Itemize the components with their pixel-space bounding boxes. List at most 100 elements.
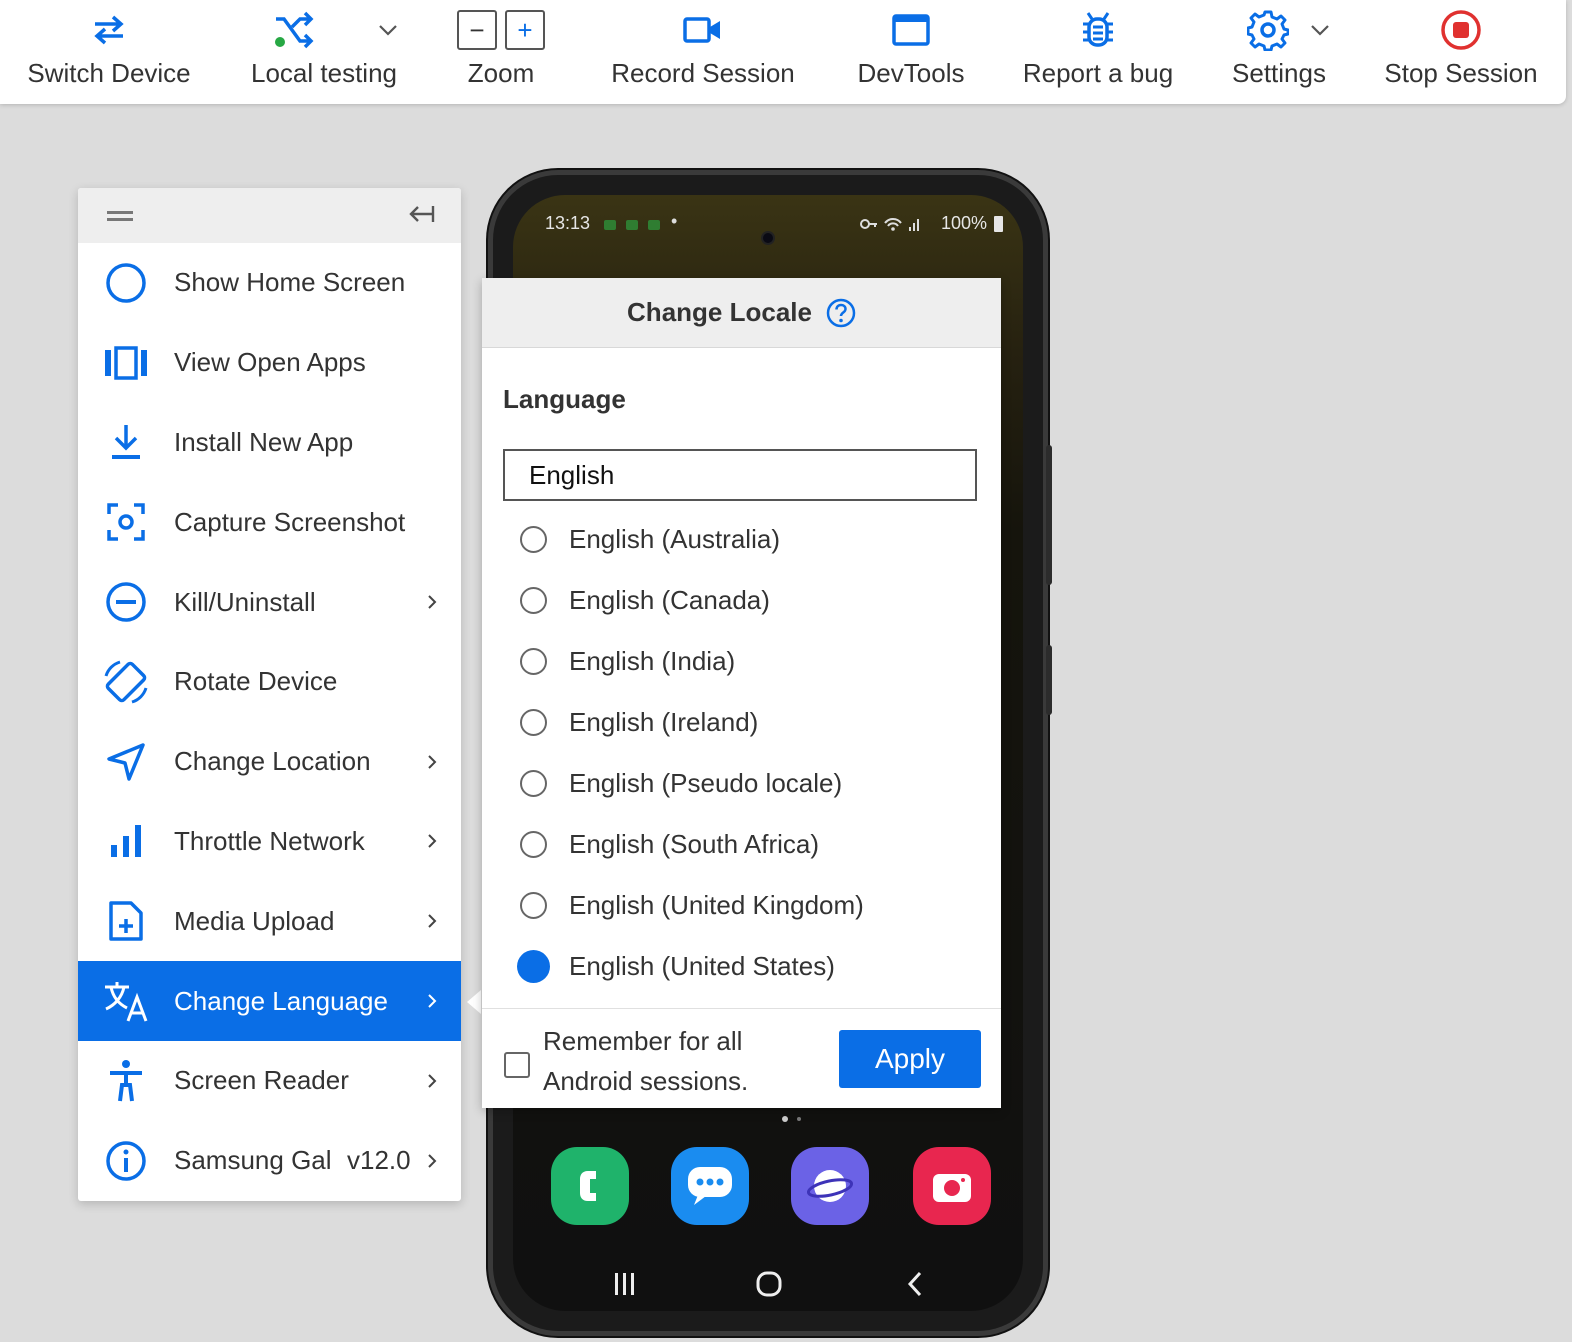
- battery-icon: [994, 216, 1003, 232]
- chevron-right-icon: [428, 994, 437, 1008]
- radio-button[interactable]: [520, 647, 547, 675]
- panel-header: [78, 188, 461, 243]
- locale-option[interactable]: English (India): [520, 636, 735, 686]
- locale-option[interactable]: English (Ireland): [520, 697, 758, 747]
- radio-button[interactable]: [520, 769, 547, 797]
- radio-button[interactable]: [520, 708, 547, 736]
- internet-browser-icon[interactable]: [791, 1147, 869, 1225]
- home-nav-icon[interactable]: [755, 1270, 783, 1298]
- dialog-footer: Remember for all Android sessions. Apply: [482, 1008, 1001, 1108]
- open-apps-icon: [105, 345, 147, 380]
- phone-app-icon[interactable]: [551, 1147, 629, 1225]
- chevron-down-icon[interactable]: [1310, 24, 1330, 36]
- top-toolbar: Switch Device Local testing − + Zoom Rec…: [0, 0, 1566, 104]
- locale-option[interactable]: English (Pseudo locale): [520, 758, 842, 808]
- record-session-label: Record Session: [611, 58, 795, 88]
- camera-app-icon[interactable]: [913, 1147, 991, 1225]
- drag-handle-icon[interactable]: [107, 209, 133, 223]
- circle-icon: [106, 263, 146, 303]
- wifi-signal-icons: [860, 218, 919, 231]
- locale-option[interactable]: English (Canada): [520, 575, 770, 625]
- menu-screen-reader[interactable]: Screen Reader: [78, 1041, 461, 1121]
- menu-capture-screenshot[interactable]: Capture Screenshot: [78, 482, 461, 562]
- settings-button[interactable]: Settings: [1226, 0, 1332, 104]
- menu-change-location[interactable]: Change Location: [78, 722, 461, 802]
- menu-rotate-device[interactable]: Rotate Device: [78, 642, 461, 722]
- dialog-title: Change Locale: [627, 297, 812, 327]
- status-bar: 13:13 • 100%: [513, 211, 1023, 245]
- menu-label: Show Home Screen: [174, 267, 406, 298]
- stop-session-label: Stop Session: [1384, 58, 1538, 88]
- battery-level: 100%: [940, 213, 987, 233]
- locale-option-label: English (Ireland): [569, 706, 759, 737]
- locale-option[interactable]: English (South Africa): [520, 819, 819, 869]
- menu-show-home-screen[interactable]: Show Home Screen: [78, 243, 461, 323]
- dialog-header: Change Locale: [482, 278, 1001, 348]
- chevron-right-icon: [428, 914, 437, 928]
- minus-circle-icon: [106, 582, 146, 622]
- language-search-input[interactable]: [503, 449, 977, 501]
- menu-view-open-apps[interactable]: View Open Apps: [78, 323, 461, 403]
- radio-button[interactable]: [520, 891, 547, 919]
- download-icon: [112, 425, 140, 460]
- radio-button[interactable]: [520, 586, 547, 614]
- switch-device-button[interactable]: Switch Device: [20, 0, 198, 104]
- locale-option[interactable]: English (United Kingdom): [520, 880, 864, 930]
- popover-pointer: [467, 990, 481, 1014]
- location-arrow-icon: [107, 742, 145, 781]
- menu-throttle-network[interactable]: Throttle Network: [78, 802, 461, 882]
- menu-label: Install New App: [174, 426, 354, 457]
- menu-label: Rotate Device: [174, 666, 338, 697]
- report-bug-button[interactable]: Report a bug: [1016, 0, 1180, 104]
- menu-media-upload[interactable]: Media Upload: [78, 881, 461, 961]
- accessibility-icon: [110, 1059, 142, 1102]
- locale-option-label: English (Pseudo locale): [569, 767, 843, 798]
- screenshot-icon: [107, 503, 145, 542]
- stop-circle-icon: [1441, 10, 1481, 50]
- locale-option[interactable]: English (Australia): [520, 514, 780, 564]
- devtools-button[interactable]: DevTools: [852, 0, 970, 104]
- menu-change-language[interactable]: Change Language: [78, 961, 461, 1041]
- zoom-in-button[interactable]: +: [505, 10, 545, 50]
- radio-button[interactable]: [520, 830, 547, 858]
- device-actions-panel: Show Home Screen View Open Apps Install …: [78, 188, 461, 1201]
- menu-label: Capture Screenshot: [174, 506, 406, 537]
- remember-label: Remember for all Android sessions.: [543, 1026, 749, 1096]
- app-dock: [551, 1147, 991, 1227]
- chevron-right-icon: [428, 1074, 437, 1088]
- chevron-right-icon: [428, 1153, 437, 1168]
- menu-install-new-app[interactable]: Install New App: [78, 403, 461, 483]
- switch-arrows-icon: [94, 15, 124, 45]
- zoom-label: Zoom: [467, 58, 535, 88]
- menu-device-info[interactable]: Samsung Gal v12.0: [78, 1121, 461, 1201]
- back-nav-icon[interactable]: [905, 1270, 925, 1298]
- chevron-down-icon[interactable]: [378, 24, 398, 36]
- local-testing-button[interactable]: Local testing: [244, 0, 404, 104]
- collapse-panel-icon[interactable]: [407, 203, 435, 225]
- locale-option-label: English (India): [569, 645, 736, 676]
- shuffle-icon: [275, 11, 314, 49]
- menu-kill-uninstall[interactable]: Kill/Uninstall: [78, 562, 461, 642]
- help-icon[interactable]: [826, 298, 856, 328]
- zoom-out-button[interactable]: −: [457, 10, 497, 50]
- menu-label: Change Language: [174, 985, 388, 1016]
- locale-option-label: English (Australia): [569, 523, 780, 554]
- remember-checkbox[interactable]: [504, 1052, 530, 1078]
- android-notification-icons: [604, 220, 660, 230]
- signal-bars-icon: [111, 825, 141, 858]
- devtools-label: DevTools: [857, 58, 965, 88]
- locale-option-selected[interactable]: English (United States): [517, 941, 835, 991]
- info-icon: [106, 1140, 146, 1181]
- change-locale-dialog: Change Locale Language English (Australi…: [482, 278, 1001, 1108]
- stop-session-button[interactable]: Stop Session: [1382, 0, 1540, 104]
- radio-button[interactable]: [520, 525, 547, 553]
- chevron-right-icon: [428, 595, 437, 609]
- radio-button-selected[interactable]: [517, 949, 550, 983]
- record-session-button[interactable]: Record Session: [604, 0, 802, 104]
- menu-label: View Open Apps: [174, 347, 366, 378]
- messages-app-icon[interactable]: [671, 1147, 749, 1225]
- apply-button[interactable]: Apply: [839, 1030, 981, 1088]
- recent-apps-icon[interactable]: [613, 1271, 637, 1297]
- device-name-label: Samsung Gal: [174, 1145, 332, 1176]
- front-camera: [761, 231, 775, 245]
